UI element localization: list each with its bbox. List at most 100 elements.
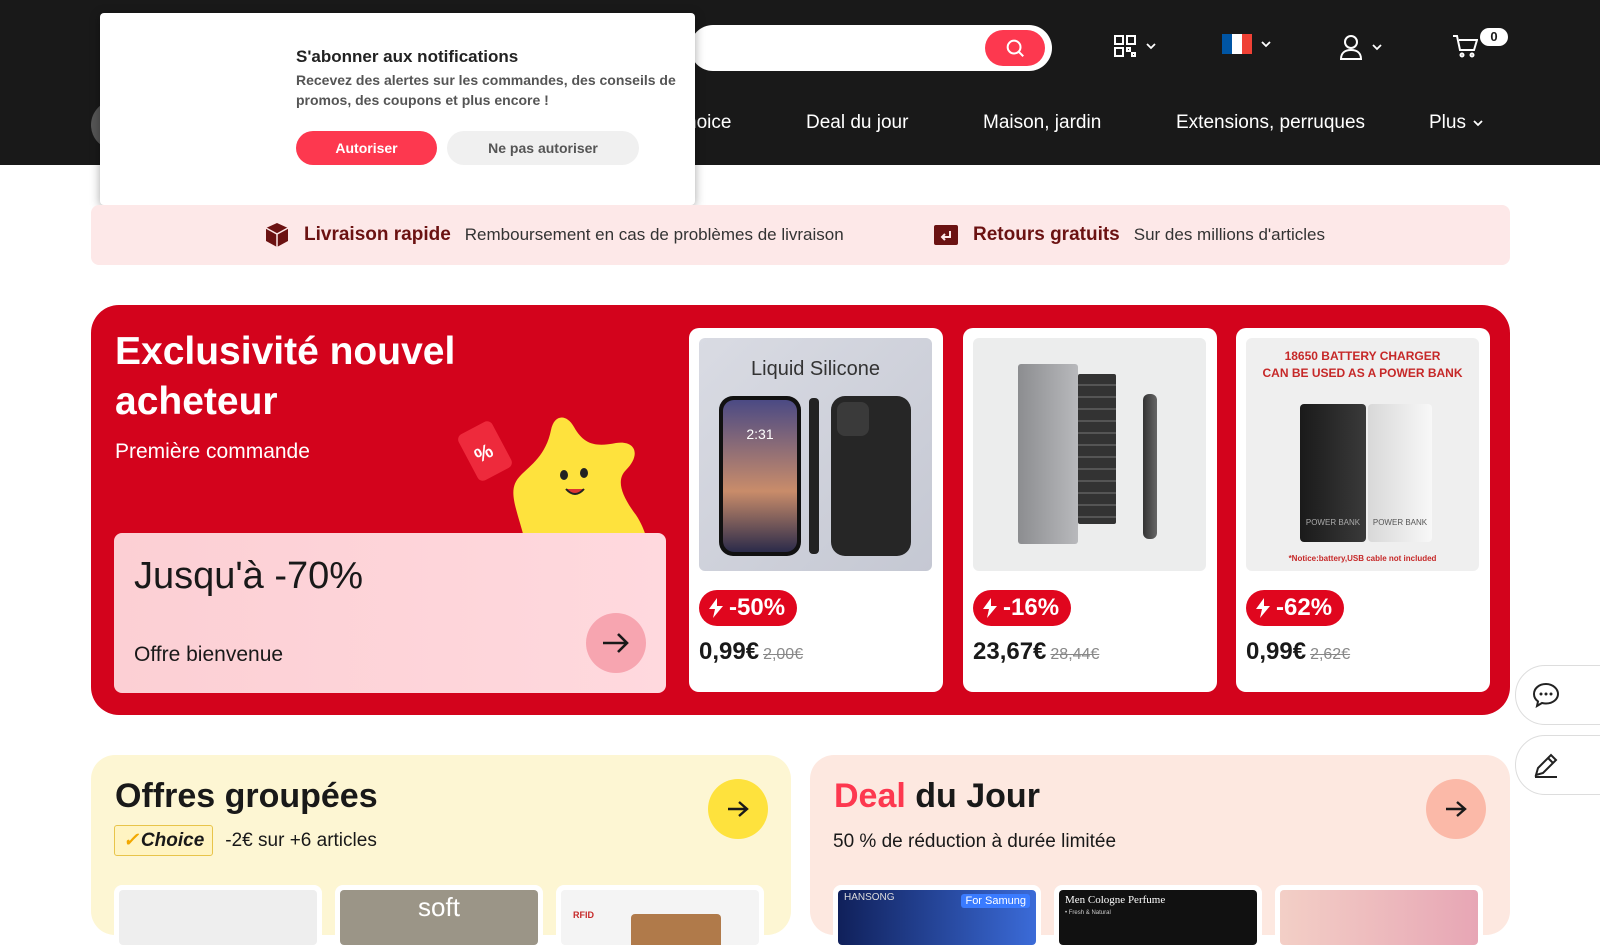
- thumb-brand: HANSONG: [844, 892, 895, 903]
- discount-badge: -62%: [1246, 590, 1345, 626]
- free-returns-text: Sur des millions d'articles: [1133, 225, 1326, 244]
- chat-button[interactable]: [1515, 665, 1600, 725]
- old-price: 2,00€: [763, 646, 804, 663]
- cart-button[interactable]: [1452, 34, 1478, 58]
- popup-title: S'abonner aux notifications: [296, 47, 519, 66]
- product-card[interactable]: 18650 BATTERY CHARGER CAN BE USED AS A P…: [1236, 328, 1490, 692]
- bundles-arrow-button[interactable]: [708, 779, 768, 839]
- fast-delivery-text: Remboursement en cas de problèmes de liv…: [464, 225, 844, 244]
- product-price: 0,99€ 2,00€: [699, 638, 803, 666]
- qr-code-icon: [1114, 35, 1136, 57]
- flash-icon: [709, 598, 723, 618]
- product-image-label-2: POWER BANK: [1368, 404, 1432, 542]
- edit-icon: [1534, 753, 1558, 778]
- france-flag-icon: [1222, 34, 1252, 54]
- flash-icon: [983, 598, 997, 618]
- arrow-right-icon: [603, 633, 629, 653]
- user-icon: [1339, 35, 1363, 60]
- shipping-banner: Livraison rapide Remboursement en cas de…: [91, 205, 1510, 265]
- welcome-offer-card[interactable]: Jusqu'à -70% Offre bienvenue: [114, 533, 666, 693]
- nav-item-plus[interactable]: Plus: [1429, 112, 1484, 134]
- product-image-label-1: POWER BANK: [1300, 404, 1366, 542]
- thumb-perfume-title: Men Cologne Perfume: [1065, 894, 1166, 906]
- qr-code-menu[interactable]: [1113, 34, 1157, 58]
- popup-text: Recevez des alertes sur les commandes, d…: [296, 72, 676, 108]
- deal-thumb[interactable]: Men Cologne Perfume • Fresh & Natural: [1054, 885, 1262, 945]
- product-image-phone-case: Liquid Silicone 2:31: [699, 338, 932, 571]
- product-card[interactable]: -16% 23,67€ 28,44€: [963, 328, 1217, 692]
- free-returns-info[interactable]: Retours gratuits Sur des millions d'arti…: [933, 205, 1325, 265]
- discount-badge: -16%: [973, 590, 1072, 626]
- chat-icon: [1532, 682, 1560, 708]
- deal-thumb[interactable]: [1275, 885, 1483, 945]
- current-price: 0,99€: [1246, 638, 1307, 665]
- package-icon: [265, 223, 289, 247]
- chevron-down-icon: [1473, 120, 1483, 127]
- deal-arrow-button[interactable]: [1426, 779, 1486, 839]
- old-price: 28,44€: [1050, 646, 1100, 663]
- arrow-right-icon: [728, 801, 749, 817]
- product-image-title-1: 18650 BATTERY CHARGER: [1284, 349, 1441, 363]
- bundle-thumb[interactable]: [114, 885, 322, 945]
- phone-time: 2:31: [723, 400, 797, 552]
- check-icon: ✓: [123, 830, 139, 851]
- promo-headline: Jusqu'à -70%: [134, 555, 364, 597]
- promo-arrow-button[interactable]: [586, 613, 646, 673]
- deal-text: 50 % de réduction à durée limitée: [833, 831, 1117, 852]
- discount-value: -62%: [1276, 594, 1333, 621]
- flash-icon: [1256, 598, 1270, 618]
- product-card[interactable]: Liquid Silicone 2:31 -50% 0,99€ 2,00€: [689, 328, 943, 692]
- deal-title-rest: du Jour: [905, 777, 1040, 815]
- old-price: 2,62€: [1310, 646, 1351, 663]
- search-button[interactable]: [985, 30, 1045, 66]
- product-image-note: *Notice:battery,USB cable not included: [1288, 554, 1437, 563]
- mascot-illustration: %: [458, 417, 648, 545]
- deal-du-jour-panel[interactable]: Deal du Jour 50 % de réduction à durée l…: [810, 755, 1510, 945]
- hero-subtitle: Première commande: [115, 440, 310, 463]
- allow-button[interactable]: Autoriser: [296, 131, 437, 165]
- chevron-down-icon: [1146, 43, 1156, 50]
- thumb-perfume-sub: • Fresh & Natural: [1065, 910, 1111, 916]
- product-image-power-bank: 18650 BATTERY CHARGER CAN BE USED AS A P…: [1246, 338, 1479, 571]
- notification-popup: S'abonner aux notifications Recevez des …: [100, 13, 695, 205]
- choice-badge: ✓ Choice: [114, 825, 214, 856]
- cart-count-badge: 0: [1480, 28, 1508, 46]
- bundle-thumb-text: soft: [340, 890, 538, 945]
- deal-thumb[interactable]: HANSONG For Samung: [833, 885, 1041, 945]
- arrow-right-icon: [1446, 801, 1467, 817]
- free-returns-title: Retours gratuits: [973, 224, 1120, 245]
- bundles-text: -2€ sur +6 articles: [225, 829, 377, 851]
- nav-item-maison-jardin[interactable]: Maison, jardin: [983, 112, 1101, 134]
- choice-badge-label: Choice: [140, 829, 205, 851]
- product-image-screwdriver-set: [973, 338, 1206, 571]
- thumb-tag: For Samung: [961, 894, 1030, 908]
- chevron-down-icon: [1261, 41, 1271, 48]
- cart-icon: [1453, 35, 1478, 58]
- bundle-thumb[interactable]: soft: [335, 885, 543, 945]
- deal-title-red: Deal: [834, 777, 906, 815]
- deal-title: Deal du Jour: [834, 777, 1040, 816]
- product-price: 23,67€ 28,44€: [973, 638, 1099, 666]
- chevron-down-icon: [1372, 44, 1382, 51]
- language-selector[interactable]: [1222, 34, 1272, 54]
- nav-item-deal-du-jour[interactable]: Deal du jour: [806, 112, 908, 134]
- deny-button[interactable]: Ne pas autoriser: [447, 131, 639, 165]
- product-image-title-2: CAN BE USED AS A POWER BANK: [1262, 366, 1463, 380]
- discount-value: -50%: [729, 594, 786, 621]
- nav-item-extensions-perruques[interactable]: Extensions, perruques: [1176, 112, 1365, 134]
- bundles-title: Offres groupées: [115, 777, 378, 815]
- fast-delivery-title: Livraison rapide: [304, 224, 451, 245]
- current-price: 23,67€: [973, 638, 1047, 665]
- return-icon: [934, 225, 958, 245]
- nav-plus-label: Plus: [1429, 112, 1466, 133]
- product-price: 0,99€ 2,62€: [1246, 638, 1350, 666]
- current-price: 0,99€: [699, 638, 760, 665]
- fast-delivery-info[interactable]: Livraison rapide Remboursement en cas de…: [264, 205, 844, 265]
- new-buyer-hero: Exclusivité nouvel acheteur Première com…: [91, 305, 1510, 715]
- feedback-button[interactable]: [1515, 735, 1600, 795]
- search-icon: [1006, 39, 1024, 57]
- product-image-title: Liquid Silicone: [751, 358, 880, 380]
- bundle-thumb[interactable]: RFID: [556, 885, 764, 945]
- bundle-offers-panel[interactable]: Offres groupées ✓ Choice -2€ sur +6 artic…: [91, 755, 791, 945]
- account-menu[interactable]: [1339, 34, 1383, 60]
